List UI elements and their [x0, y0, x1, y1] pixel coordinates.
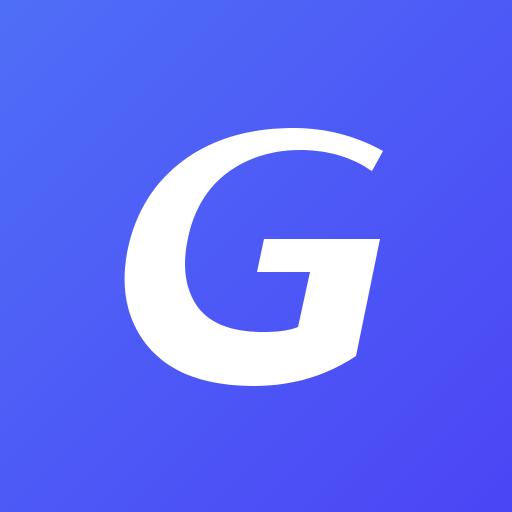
g-glyph-shape — [124, 128, 384, 386]
g-logo-icon: G — [124, 128, 384, 386]
app-icon: G — [0, 0, 512, 512]
